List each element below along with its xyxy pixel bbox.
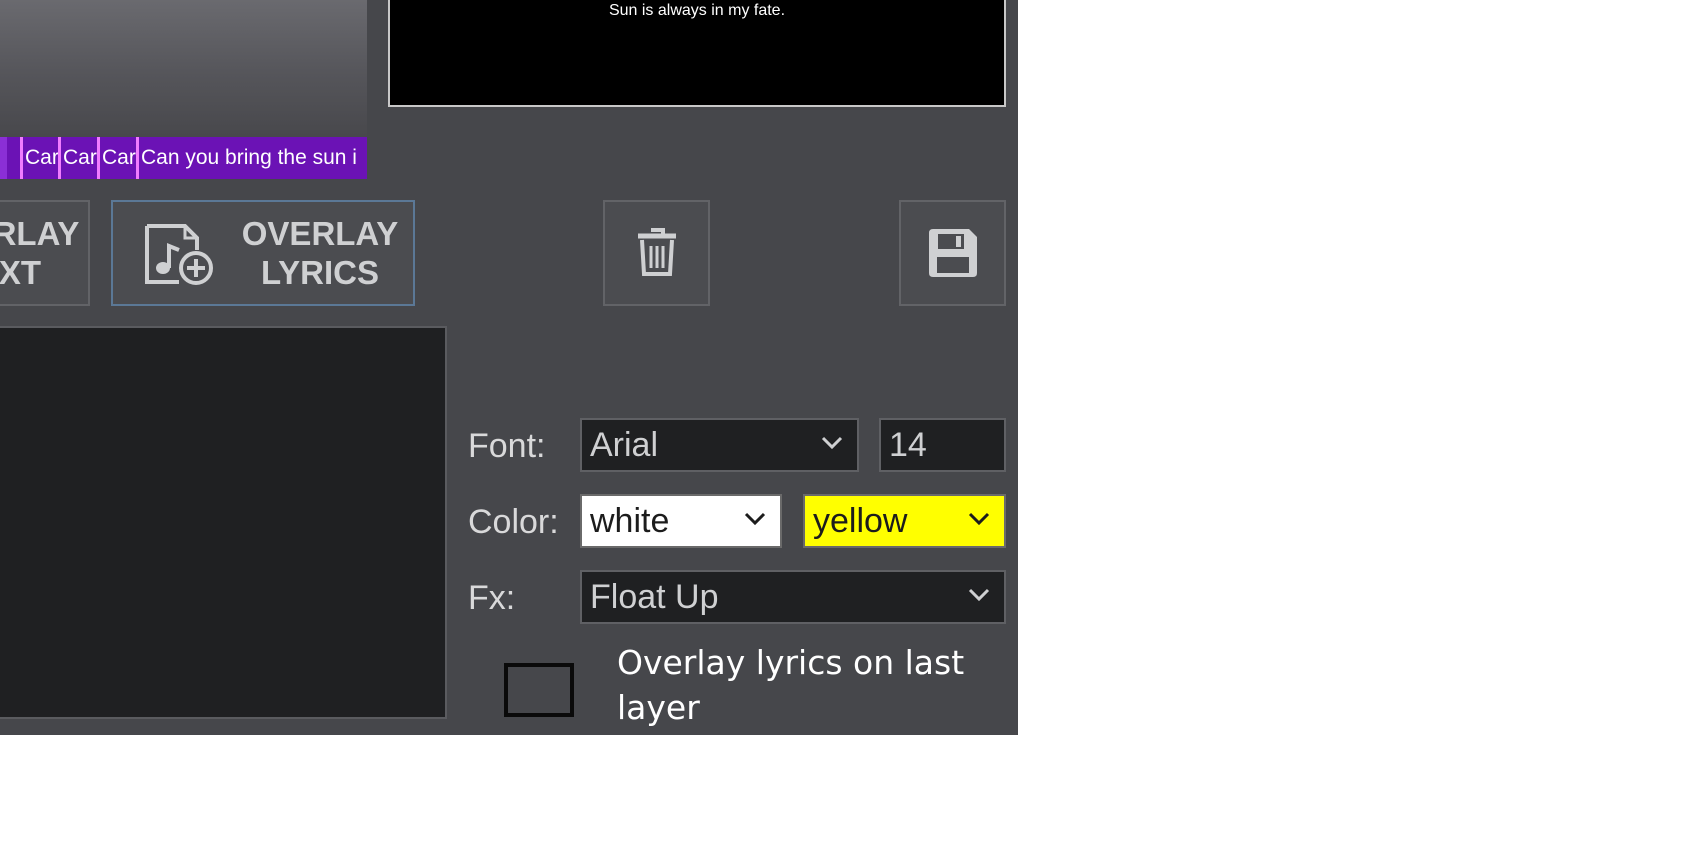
- overlay-text-label-line1: RLAY: [0, 215, 80, 252]
- chevron-down-icon: [968, 588, 990, 602]
- lyric-segment[interactable]: Can you bring the sun i: [136, 137, 367, 179]
- save-button[interactable]: [899, 200, 1006, 306]
- overlay-last-layer-label: Overlay lyrics on last layer: [617, 643, 965, 727]
- overlay-last-layer-checkbox[interactable]: [504, 663, 574, 717]
- chevron-down-icon: [968, 512, 990, 526]
- font-size-value: 14: [889, 426, 927, 464]
- video-thumbnail: [0, 0, 367, 137]
- lyrics-list-panel[interactable]: [0, 326, 447, 719]
- lyrics-preview-screen: Sun is always in my fate.: [388, 0, 1006, 107]
- font-label: Font:: [468, 427, 546, 465]
- overlay-lyrics-label-line2: LYRICS: [261, 254, 379, 291]
- overlay-lyrics-label-line1: OVERLAY: [241, 215, 399, 252]
- primary-color-value: white: [590, 502, 670, 540]
- font-family-select[interactable]: Arial: [580, 418, 859, 472]
- lyric-segment[interactable]: Car: [97, 137, 136, 179]
- delete-button[interactable]: [603, 200, 710, 306]
- chevron-down-icon: [821, 436, 843, 450]
- overlay-text-button[interactable]: RLAY XT: [0, 200, 90, 306]
- lyric-segment[interactable]: Car: [20, 137, 58, 179]
- color-label: Color:: [468, 503, 559, 541]
- overlay-text-label-line2: XT: [0, 254, 42, 291]
- font-size-input[interactable]: 14: [879, 418, 1006, 472]
- overlay-lyrics-button[interactable]: OVERLAY LYRICS: [111, 200, 415, 306]
- floppy-disk-icon: [929, 229, 977, 277]
- lyrics-editor-panel: Car Car Car Can you bring the sun i Sun …: [0, 0, 1018, 735]
- preview-lyric-text: Sun is always in my fate.: [608, 2, 786, 19]
- fx-label: Fx:: [468, 579, 516, 617]
- primary-color-select[interactable]: white: [580, 494, 782, 548]
- lyric-timeline-track[interactable]: Car Car Car Can you bring the sun i: [0, 137, 367, 179]
- lyric-segment[interactable]: Car: [58, 137, 97, 179]
- lyric-segment-edge[interactable]: [0, 137, 7, 179]
- fx-select[interactable]: Float Up: [580, 570, 1006, 624]
- trash-icon: [638, 228, 676, 276]
- chevron-down-icon: [744, 512, 766, 526]
- secondary-color-select[interactable]: yellow: [803, 494, 1006, 548]
- font-family-value: Arial: [590, 426, 659, 464]
- secondary-color-value: yellow: [813, 502, 908, 540]
- fx-value: Float Up: [590, 578, 719, 616]
- music-note-add-icon: [145, 224, 213, 285]
